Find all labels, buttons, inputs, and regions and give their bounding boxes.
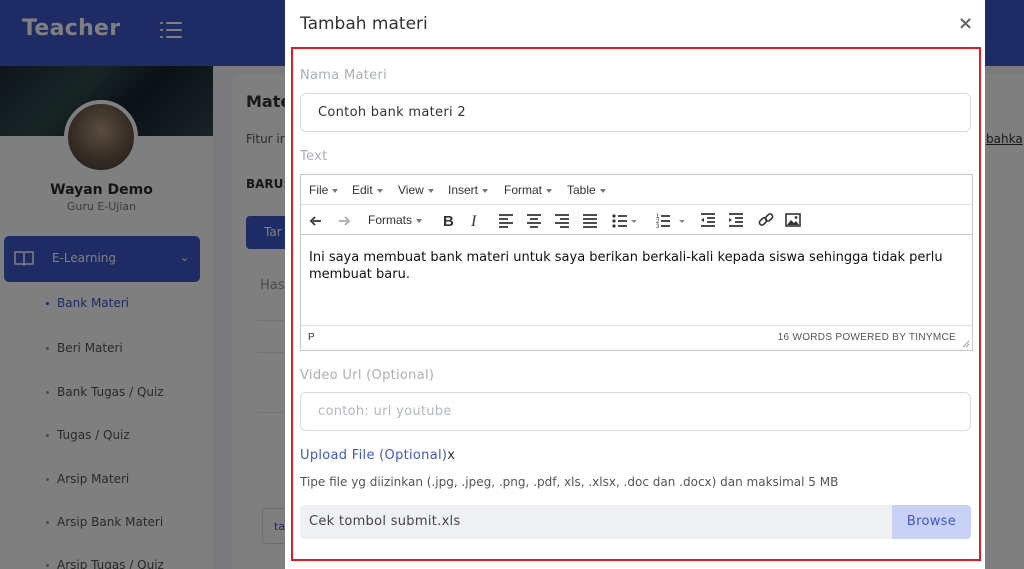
align-justify-icon[interactable] bbox=[582, 211, 598, 229]
bullet-list-icon[interactable] bbox=[612, 211, 638, 229]
browse-button[interactable]: Browse bbox=[892, 505, 971, 539]
svg-text:B: B bbox=[443, 213, 454, 229]
element-path[interactable]: P bbox=[308, 332, 315, 343]
text-label: Text bbox=[300, 149, 328, 164]
formats-dropdown[interactable]: Formats bbox=[368, 213, 423, 227]
svg-text:3: 3 bbox=[656, 224, 660, 229]
align-left-icon[interactable] bbox=[498, 211, 514, 229]
menu-insert[interactable]: Insert bbox=[448, 183, 489, 197]
menu-edit[interactable]: Edit bbox=[352, 183, 383, 197]
video-url-label: Video Url (Optional) bbox=[300, 368, 435, 383]
image-icon[interactable] bbox=[785, 211, 801, 229]
editor-statusbar: P 16 WORDS POWERED BY TINYMCE bbox=[301, 325, 972, 350]
file-input[interactable]: Cek tombol submit.xls Browse bbox=[300, 505, 971, 539]
selected-file-name: Cek tombol submit.xls bbox=[309, 514, 461, 529]
numbered-list-icon[interactable]: 123 bbox=[656, 211, 686, 229]
nama-materi-label: Nama Materi bbox=[300, 68, 387, 83]
resize-handle-icon[interactable] bbox=[962, 340, 970, 348]
align-right-icon[interactable] bbox=[554, 211, 570, 229]
align-center-icon[interactable] bbox=[526, 211, 542, 229]
modal-title: Tambah materi bbox=[300, 14, 428, 34]
editor-toolbar: Formats B I 123 bbox=[301, 205, 972, 235]
bold-icon[interactable]: B bbox=[441, 211, 455, 229]
outdent-icon[interactable] bbox=[700, 211, 716, 229]
menu-format[interactable]: Format bbox=[504, 183, 553, 197]
upload-file-label[interactable]: Upload File (Optional)x bbox=[300, 448, 455, 463]
editor-menubar: File Edit View Insert Format Table bbox=[301, 175, 972, 205]
indent-icon[interactable] bbox=[728, 211, 744, 229]
italic-icon[interactable]: I bbox=[468, 211, 482, 229]
word-count: 16 WORDS POWERED BY TINYMCE bbox=[777, 332, 956, 343]
link-icon[interactable] bbox=[758, 211, 774, 229]
menu-view[interactable]: View bbox=[398, 183, 434, 197]
nama-materi-input[interactable] bbox=[300, 93, 971, 132]
upload-x-text: x bbox=[447, 448, 456, 463]
svg-text:I: I bbox=[470, 213, 477, 229]
editor-content[interactable]: Ini saya membuat bank materi untuk saya … bbox=[309, 249, 959, 283]
file-type-hint: Tipe file yg diizinkan (.jpg, .jpeg, .pn… bbox=[300, 475, 839, 489]
rich-text-editor: File Edit View Insert Format Table Forma… bbox=[300, 174, 973, 351]
menu-file[interactable]: File bbox=[309, 183, 339, 197]
video-url-input[interactable] bbox=[300, 392, 971, 431]
tambah-materi-modal: Tambah materi × Nama Materi Text File Ed… bbox=[285, 0, 985, 569]
close-icon[interactable]: × bbox=[958, 13, 973, 34]
redo-icon[interactable] bbox=[337, 211, 351, 229]
menu-table[interactable]: Table bbox=[567, 183, 606, 197]
undo-icon[interactable] bbox=[309, 211, 323, 229]
